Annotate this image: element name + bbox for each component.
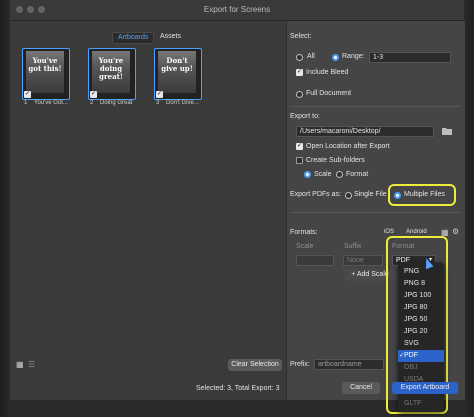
menu-item-jpg100[interactable]: JPG 100 <box>398 290 444 302</box>
divider <box>290 106 460 107</box>
subfolder-format-radio[interactable] <box>336 171 343 178</box>
artboard-checkbox-1[interactable]: ✓ <box>24 91 31 98</box>
export-artboard-button[interactable]: Export Artboard <box>392 382 458 394</box>
artboard-thumbnail-3[interactable]: Don't give up! ✓ <box>154 48 202 100</box>
tab-artboards[interactable]: Artboards <box>112 32 155 44</box>
suffix-input[interactable]: None <box>343 255 383 266</box>
column-scale: Scale <box>296 243 314 250</box>
artboard-thumbnail-2[interactable]: You're doing great! ✓ <box>88 48 136 100</box>
menu-item-jpg20[interactable]: JPG 20 <box>398 326 444 338</box>
cancel-button[interactable]: Cancel <box>342 382 380 394</box>
subfolder-scale-label: Scale <box>314 171 332 178</box>
list-view-icon[interactable]: ☰ <box>28 360 35 369</box>
artboard-number-3: 3 <box>156 100 160 106</box>
menu-item-svg[interactable]: SVG <box>398 338 444 350</box>
column-suffix: Suffix <box>344 243 362 250</box>
artboard-art-1: You've got this! <box>26 51 64 93</box>
artboard-number-2: 2 <box>90 100 94 106</box>
export-to-heading: Export to: <box>290 113 320 120</box>
single-file-label: Single File <box>354 191 387 198</box>
range-input[interactable]: 1-3 <box>369 52 451 63</box>
include-bleed-label: Include Bleed <box>306 69 349 76</box>
artboard-number-1: 1 <box>24 100 28 106</box>
subfolder-scale-radio[interactable] <box>304 171 311 178</box>
artboard-checkbox-2[interactable]: ✓ <box>90 91 97 98</box>
menu-item-jpg50[interactable]: JPG 50 <box>398 314 444 326</box>
title-bar: Export for Screens <box>10 0 464 21</box>
artboard-caption-3: Don't Give... <box>166 100 199 106</box>
menu-item-png[interactable]: PNG <box>398 266 444 278</box>
artboard-art-3: Don't give up! <box>158 51 196 93</box>
menu-item-png8[interactable]: PNG 8 <box>398 278 444 290</box>
create-subfolders-checkbox[interactable] <box>296 157 303 164</box>
export-summary: Selected: 3, Total Export: 3 <box>196 385 280 392</box>
artboard-caption-1: You've Got... <box>34 100 68 106</box>
include-bleed-checkbox[interactable]: ✓ <box>296 69 303 76</box>
multiple-files-radio[interactable] <box>394 192 401 199</box>
window-title: Export for Screens <box>203 5 271 14</box>
single-file-radio[interactable] <box>345 192 352 199</box>
artboard-checkbox-3[interactable]: ✓ <box>156 91 163 98</box>
menu-item-pdf[interactable]: PDF <box>398 350 444 362</box>
ios-preset-button[interactable]: iOS <box>384 229 394 235</box>
menu-item-obj: OBJ <box>404 364 418 371</box>
select-range-label: Range: <box>342 53 365 60</box>
multiple-files-label: Multiple Files <box>404 191 445 198</box>
select-heading: Select: <box>290 33 312 40</box>
formats-heading: Formats: <box>290 229 318 236</box>
menu-item-gltf: GLTF <box>404 400 422 407</box>
artboard-caption-2: Doing Great <box>100 100 133 106</box>
tab-assets[interactable]: Assets <box>155 32 186 42</box>
export-pdfs-label: Export PDFs as: <box>290 191 341 198</box>
full-document-radio[interactable] <box>296 91 303 98</box>
scale-input[interactable] <box>296 255 334 266</box>
select-range-radio[interactable] <box>332 54 339 61</box>
full-document-label: Full Document <box>306 90 352 97</box>
gear-icon[interactable]: ⚙ <box>452 227 459 236</box>
divider <box>290 212 460 213</box>
artboard-art-2: You're doing great! <box>92 51 130 93</box>
open-location-checkbox[interactable]: ✓ <box>296 143 303 150</box>
open-location-label: Open Location after Export <box>306 143 390 150</box>
export-path-input[interactable]: /Users/macaroni/Desktop/ <box>296 126 434 137</box>
select-all-radio[interactable] <box>296 54 303 61</box>
android-preset-button[interactable]: Android <box>406 229 427 235</box>
prefix-label: Prefix: <box>290 361 310 368</box>
clear-selection-button[interactable]: Clear Selection <box>228 359 282 371</box>
subfolder-format-label: Format <box>346 171 369 178</box>
artboard-thumbnail-1[interactable]: You've got this! ✓ <box>22 48 70 100</box>
create-subfolders-label: Create Sub-folders <box>306 157 365 164</box>
menu-item-jpg80[interactable]: JPG 80 <box>398 302 444 314</box>
folder-icon[interactable] <box>442 127 452 135</box>
select-all-label: All <box>307 53 315 60</box>
prefix-input[interactable]: artboardname <box>314 359 384 370</box>
grid-view-icon[interactable]: ▦ <box>16 360 24 369</box>
